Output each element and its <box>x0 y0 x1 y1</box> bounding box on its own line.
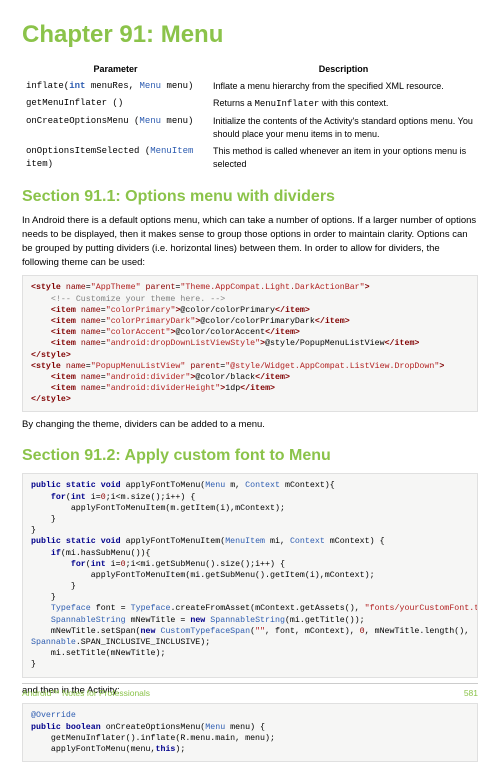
style-code-block: <style name="AppTheme" parent="Theme.App… <box>22 275 478 412</box>
params-table: Parameter Description inflate(int menuRe… <box>22 61 478 173</box>
java-code-block-1: public static void applyFontToMenu(Menu … <box>22 473 478 677</box>
table-row: onCreateOptionsMenu (Menu menu) Initiali… <box>22 113 478 143</box>
th-parameter: Parameter <box>22 61 209 78</box>
java-code-block-2: @Override public boolean onCreateOptions… <box>22 703 478 762</box>
section-heading-2: Section 91.2: Apply custom font to Menu <box>22 444 478 467</box>
table-row: onOptionsItemSelected (MenuItem item) Th… <box>22 143 478 173</box>
footer-page-number: 581 <box>464 687 478 699</box>
chapter-title: Chapter 91: Menu <box>22 18 478 53</box>
page-footer: Android™ Notes for Professionals 581 <box>22 683 478 699</box>
table-row: inflate(int menuRes, Menu menu) Inflate … <box>22 78 478 95</box>
table-row: getMenuInflater () Returns a MenuInflate… <box>22 95 478 113</box>
section-intro-1: In Android there is a default options me… <box>22 214 478 269</box>
footer-left: Android™ Notes for Professionals <box>22 687 150 699</box>
section-heading-1: Section 91.1: Options menu with dividers <box>22 185 478 208</box>
th-description: Description <box>209 61 478 78</box>
section-outro-1: By changing the theme, dividers can be a… <box>22 418 478 432</box>
